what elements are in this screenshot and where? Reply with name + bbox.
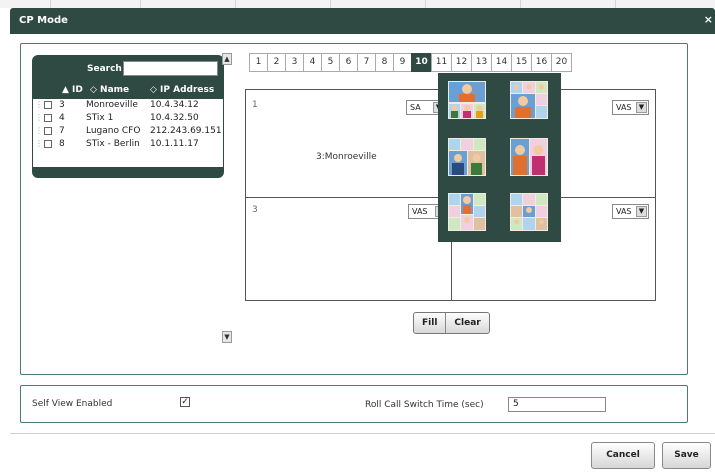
cell-1-number: 1 bbox=[252, 100, 258, 110]
save-button[interactable]: Save bbox=[662, 442, 711, 469]
dialog-title: CP Mode bbox=[19, 15, 68, 26]
layout-tab-4[interactable]: 4 bbox=[303, 53, 322, 72]
cell-3-select-value: VAS bbox=[412, 207, 428, 216]
layout-thumbnail-icon[interactable] bbox=[448, 193, 486, 231]
list-scrollbar[interactable]: ▲ ▼ bbox=[222, 53, 232, 345]
sites-list-body: ⋮⋮ 3 Monroeville 10.4.34.12 ⋮⋮ 4 STix 1 10.4.32… bbox=[33, 99, 223, 167]
cell-4-select[interactable]: VAS ▼ bbox=[612, 204, 649, 219]
row-ip: 10.1.11.17 bbox=[150, 139, 199, 149]
self-view-label: Self View Enabled bbox=[32, 399, 113, 409]
layout-tab-16[interactable]: 16 bbox=[531, 53, 552, 72]
layout-thumbnail-icon[interactable] bbox=[510, 138, 548, 176]
cancel-button[interactable]: Cancel bbox=[591, 442, 655, 469]
rollcall-input[interactable]: 5 bbox=[508, 397, 606, 412]
footer-divider bbox=[10, 433, 715, 434]
layout-tab-5[interactable]: 5 bbox=[321, 53, 340, 72]
layout-tab-3[interactable]: 3 bbox=[285, 53, 304, 72]
scroll-up-icon[interactable]: ▲ bbox=[222, 53, 232, 65]
cell-2-select[interactable]: VAS ▼ bbox=[612, 100, 649, 115]
layout-thumbnail-icon[interactable] bbox=[448, 138, 486, 176]
layout-picker-popup bbox=[438, 73, 561, 242]
cell-3-number: 3 bbox=[252, 205, 258, 215]
layout-tab-6[interactable]: 6 bbox=[339, 53, 358, 72]
dialog-titlebar: CP Mode × bbox=[10, 8, 715, 34]
checkmark-icon: ✓ bbox=[181, 397, 189, 407]
search-label: Search bbox=[87, 64, 122, 74]
row-id: 3 bbox=[59, 100, 65, 110]
layout-tab-9[interactable]: 9 bbox=[393, 53, 412, 72]
cell-1-site: 3:Monroeville bbox=[316, 152, 377, 162]
sites-list-panel: Search ▲ ID ◇ Name ◇ IP Address ⋮⋮ 3 Monro… bbox=[32, 55, 224, 178]
layout-tab-14[interactable]: 14 bbox=[491, 53, 512, 72]
layout-tab-15[interactable]: 15 bbox=[511, 53, 532, 72]
rollcall-label: Roll Call Switch Time (sec) bbox=[365, 400, 484, 410]
layout-tab-10[interactable]: 10 bbox=[411, 53, 432, 72]
row-checkbox[interactable] bbox=[44, 101, 52, 109]
row-name: Monroeville bbox=[86, 100, 138, 110]
row-name: STix - Berlin bbox=[86, 139, 140, 149]
dropdown-arrow-icon[interactable]: ▼ bbox=[636, 206, 647, 217]
row-checkbox[interactable] bbox=[44, 140, 52, 148]
table-row[interactable]: ⋮⋮ 8 STix - Berlin 10.1.11.17 bbox=[33, 138, 223, 151]
layout-tab-1[interactable]: 1 bbox=[249, 53, 268, 72]
layout-tab-12[interactable]: 12 bbox=[451, 53, 472, 72]
row-ip: 10.4.32.50 bbox=[150, 113, 199, 123]
layout-tabs: 1 2 3 4 5 6 7 8 9 10 11 12 13 14 15 16 20 bbox=[249, 53, 572, 72]
grid-action-buttons: Fill Clear bbox=[413, 312, 490, 334]
row-checkbox[interactable] bbox=[44, 114, 52, 122]
list-header: ▲ ID ◇ Name ◇ IP Address bbox=[32, 83, 224, 99]
table-row[interactable]: ⋮⋮ 4 STix 1 10.4.32.50 bbox=[33, 112, 223, 125]
row-id: 8 bbox=[59, 139, 65, 149]
layout-tab-2[interactable]: 2 bbox=[267, 53, 286, 72]
close-icon[interactable]: × bbox=[704, 13, 713, 26]
row-ip: 212.243.69.151 bbox=[150, 126, 222, 136]
layout-thumbnail-icon[interactable] bbox=[448, 81, 486, 119]
layout-thumbnail-icon[interactable] bbox=[510, 193, 548, 231]
layout-tab-20[interactable]: 20 bbox=[551, 53, 572, 72]
clear-button[interactable]: Clear bbox=[445, 313, 488, 333]
layout-tab-11[interactable]: 11 bbox=[431, 53, 452, 72]
dropdown-arrow-icon[interactable]: ▼ bbox=[636, 102, 647, 113]
scroll-down-icon[interactable]: ▼ bbox=[222, 331, 232, 343]
layout-tab-7[interactable]: 7 bbox=[357, 53, 376, 72]
cell-4-select-value: VAS bbox=[616, 207, 632, 216]
row-name: Lugano CFO bbox=[86, 126, 141, 136]
fill-button[interactable]: Fill bbox=[414, 313, 445, 333]
row-name: STix 1 bbox=[86, 113, 114, 123]
column-header-id[interactable]: ▲ ID bbox=[62, 85, 83, 95]
layout-thumbnail-icon[interactable] bbox=[510, 81, 548, 119]
row-ip: 10.4.34.12 bbox=[150, 100, 199, 110]
column-header-name[interactable]: ◇ Name bbox=[90, 85, 129, 95]
layout-tab-8[interactable]: 8 bbox=[375, 53, 394, 72]
table-row[interactable]: ⋮⋮ 3 Monroeville 10.4.34.12 bbox=[33, 99, 223, 112]
background-strip bbox=[0, 0, 715, 8]
cell-1-select-value: SA bbox=[410, 103, 421, 112]
self-view-checkbox[interactable]: ✓ bbox=[180, 397, 190, 407]
row-id: 7 bbox=[59, 126, 65, 136]
table-row[interactable]: ⋮⋮ 7 Lugano CFO 212.243.69.151 bbox=[33, 125, 223, 138]
cell-2-select-value: VAS bbox=[616, 103, 632, 112]
row-checkbox[interactable] bbox=[44, 127, 52, 135]
row-id: 4 bbox=[59, 113, 65, 123]
search-input[interactable] bbox=[123, 61, 218, 76]
column-header-ip[interactable]: ◇ IP Address bbox=[150, 85, 214, 95]
layout-tab-13[interactable]: 13 bbox=[471, 53, 492, 72]
